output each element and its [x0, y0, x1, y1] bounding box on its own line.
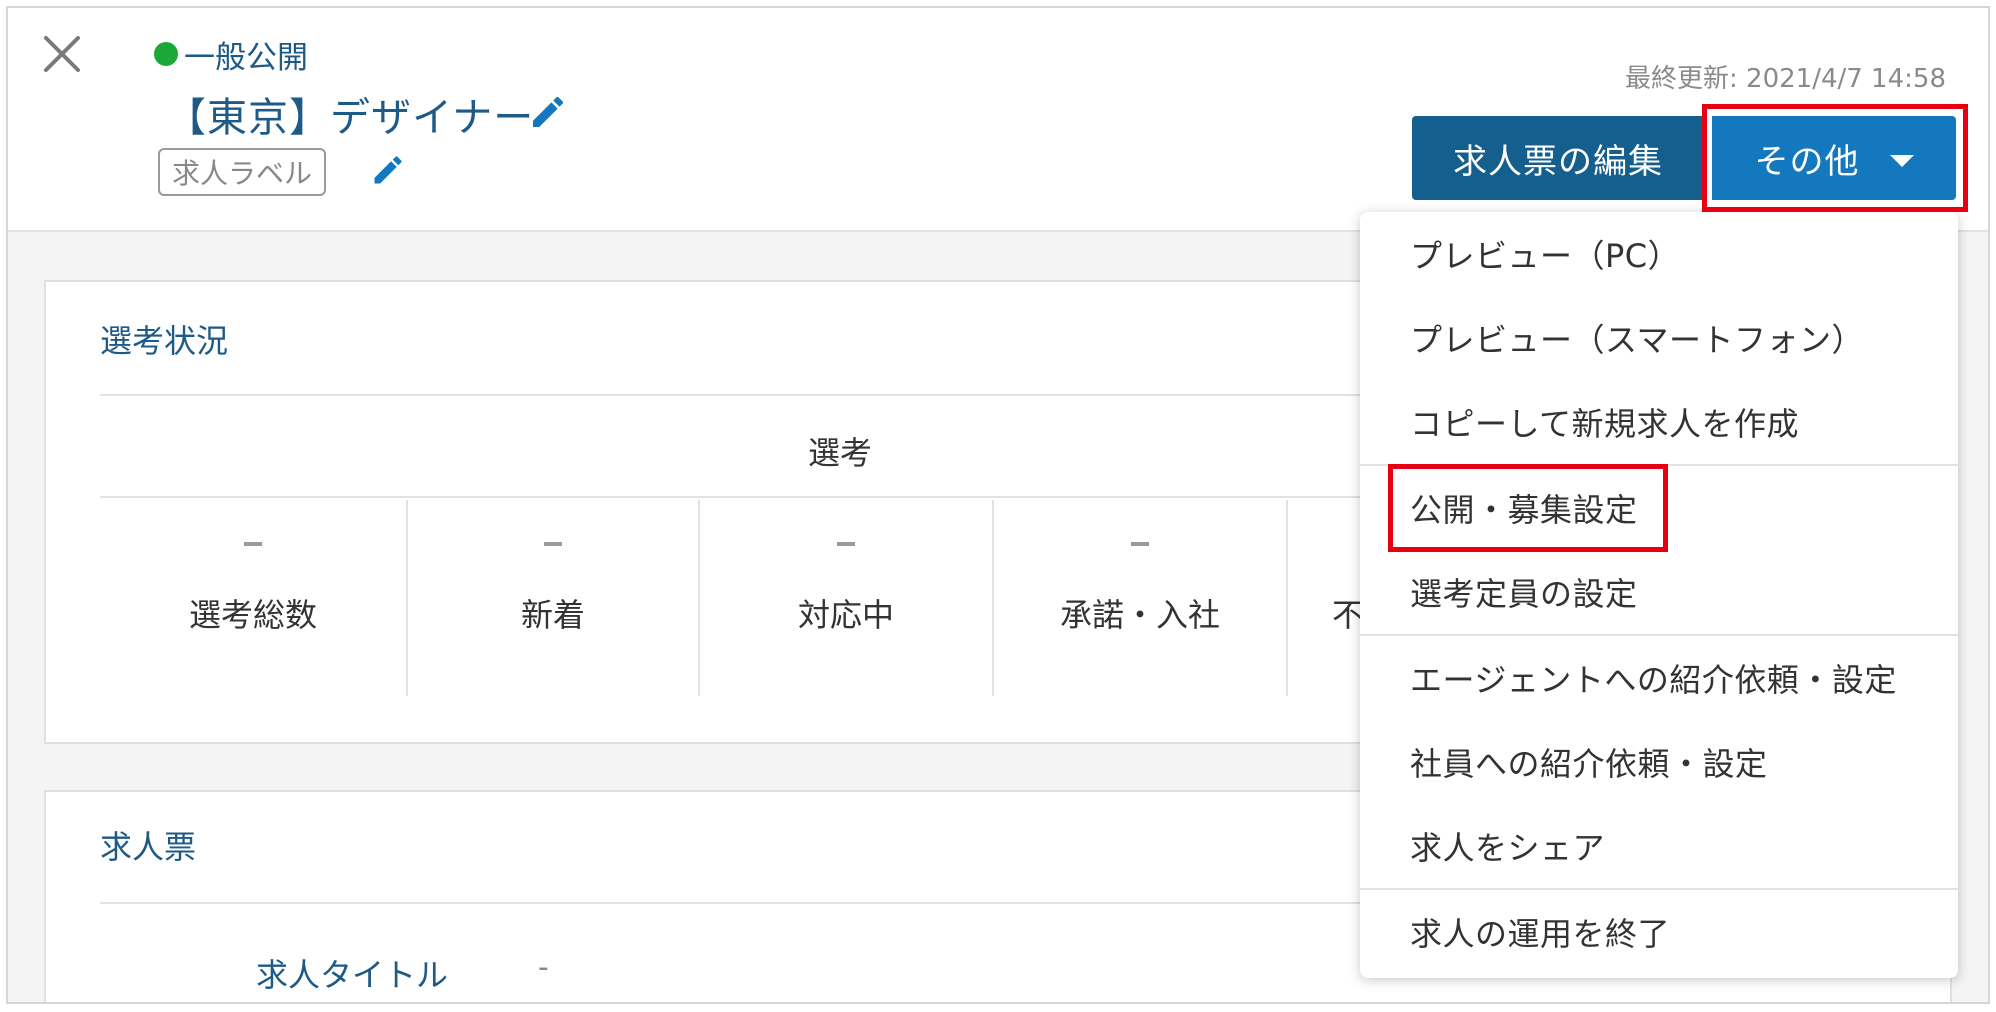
job-title: 【東京】デザイナー [166, 95, 535, 141]
menu-item-copy-create[interactable]: コピーして新規求人を作成 [1360, 380, 1958, 464]
status-dot-icon [154, 42, 178, 66]
stat-total[interactable]: 選考総数 [100, 500, 406, 696]
job-sheet-card-title: 求人票 [100, 828, 197, 866]
caret-down-icon [1889, 155, 1914, 167]
stat-value-dash [244, 542, 262, 546]
stat-accepted[interactable]: 承諾・入社 [994, 500, 1286, 696]
selection-card-title: 選考状況 [100, 322, 229, 360]
job-title-row-value: - [538, 950, 549, 985]
edit-job-button-label: 求人票の編集 [1453, 141, 1663, 182]
close-icon[interactable] [38, 30, 86, 78]
stat-value-dash [837, 542, 855, 546]
page-header: 一般公開 【東京】デザイナー 求人ラベル 最終更新: 2021/4/7 14:5… [8, 8, 1988, 232]
stat-new[interactable]: 新着 [408, 500, 698, 696]
selection-table-header: 選考 [807, 434, 872, 472]
pencil-icon[interactable] [528, 92, 568, 132]
menu-item-agent-referral[interactable]: エージェントへの紹介依頼・設定 [1360, 636, 1958, 720]
menu-item-publish-settings[interactable]: 公開・募集設定 [1360, 466, 1958, 550]
job-detail-panel: 一般公開 【東京】デザイナー 求人ラベル 最終更新: 2021/4/7 14:5… [6, 6, 1990, 1004]
job-label-tag[interactable]: 求人ラベル [158, 148, 326, 196]
job-title-row-label: 求人タイトル [256, 956, 449, 994]
publish-status: 一般公開 [154, 34, 308, 76]
edit-job-button[interactable]: 求人票の編集 [1412, 116, 1704, 200]
stat-label: 承諾・入社 [1059, 596, 1220, 634]
stat-value-dash [544, 542, 562, 546]
stat-label: 選考総数 [188, 596, 317, 634]
stat-in-progress[interactable]: 対応中 [700, 500, 992, 696]
menu-item-employee-referral[interactable]: 社員への紹介依頼・設定 [1360, 720, 1958, 804]
stat-label: 対応中 [797, 596, 894, 634]
menu-item-capacity-settings[interactable]: 選考定員の設定 [1360, 550, 1958, 634]
other-menu-button[interactable]: その他 [1712, 116, 1956, 200]
other-dropdown-menu: プレビュー（PC） プレビュー（スマートフォン） コピーして新規求人を作成 公開… [1360, 212, 1958, 978]
status-text: 一般公開 [184, 39, 308, 76]
menu-item-preview-pc[interactable]: プレビュー（PC） [1360, 212, 1958, 296]
stat-label: 新着 [520, 596, 585, 634]
stat-value-dash [1131, 542, 1149, 546]
pencil-icon[interactable] [370, 152, 406, 188]
other-menu-button-label: その他 [1754, 141, 1860, 182]
menu-item-preview-smartphone[interactable]: プレビュー（スマートフォン） [1360, 296, 1958, 380]
menu-item-end-job[interactable]: 求人の運用を終了 [1360, 890, 1958, 974]
last-updated: 最終更新: 2021/4/7 14:58 [1625, 64, 1946, 94]
menu-item-share-job[interactable]: 求人をシェア [1360, 804, 1958, 888]
